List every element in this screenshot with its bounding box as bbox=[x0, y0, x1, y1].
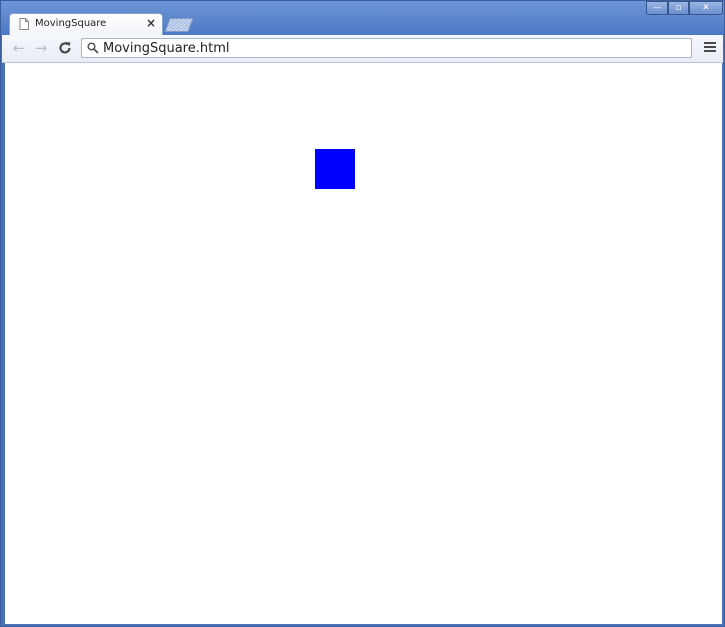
tab-close-button[interactable]: × bbox=[146, 16, 156, 30]
tab-title: MovingSquare bbox=[35, 18, 107, 29]
back-button[interactable]: ← bbox=[10, 39, 28, 57]
address-bar[interactable]: MovingSquare.html bbox=[81, 38, 692, 58]
title-bar: MovingSquare × — ▫ ✕ bbox=[1, 1, 724, 36]
address-text: MovingSquare.html bbox=[103, 41, 230, 56]
hamburger-menu-icon[interactable] bbox=[703, 40, 717, 56]
search-icon bbox=[87, 42, 99, 54]
reload-button[interactable] bbox=[56, 39, 74, 57]
forward-button[interactable]: → bbox=[32, 39, 50, 57]
close-window-button[interactable]: ✕ bbox=[689, 1, 723, 15]
blue-square bbox=[315, 149, 355, 189]
minimize-button[interactable]: — bbox=[646, 1, 668, 15]
document-icon bbox=[19, 18, 29, 30]
maximize-button[interactable]: ▫ bbox=[668, 1, 689, 15]
reload-icon bbox=[59, 42, 71, 54]
browser-toolbar: ← → MovingSquare.html bbox=[2, 35, 723, 63]
new-tab-button[interactable] bbox=[164, 18, 194, 32]
tab-movingsquare[interactable]: MovingSquare × bbox=[9, 13, 163, 36]
browser-window: MovingSquare × — ▫ ✕ ← → MovingSquare.ht… bbox=[0, 0, 725, 627]
page-content bbox=[5, 63, 722, 624]
